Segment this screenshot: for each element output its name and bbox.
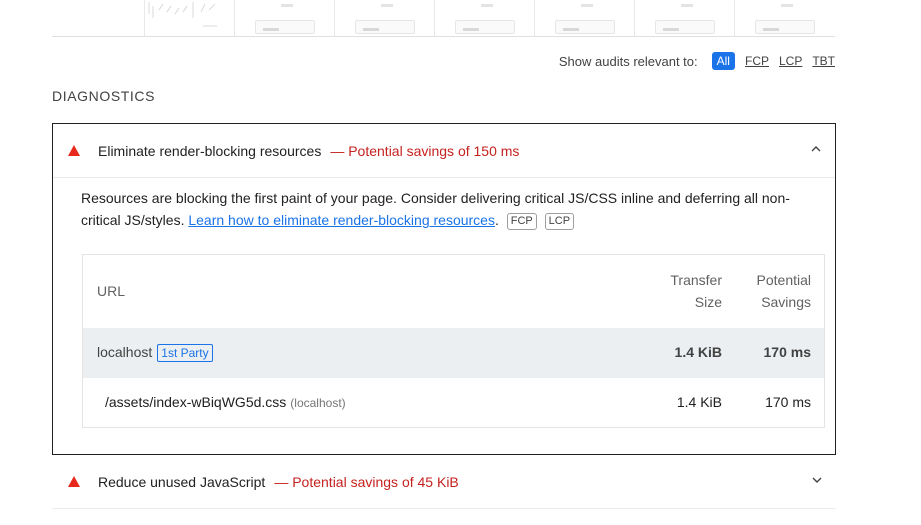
filmstrip-frame-text [563, 28, 579, 31]
tag-lcp: LCP [544, 213, 575, 230]
audit-description: Resources are blocking the first paint o… [81, 187, 821, 231]
filter-chip-tbt[interactable]: TBT [812, 54, 835, 68]
filmstrip-frame [334, 0, 434, 36]
filmstrip-frame-label [681, 4, 693, 7]
audit-header[interactable]: Eliminate render-blocking resources — Po… [53, 124, 835, 178]
filmstrip-frame-content [455, 20, 515, 34]
filmstrip-frame-text [663, 28, 679, 31]
filmstrip-frame-label [781, 4, 793, 7]
group-transfer-size: 1.4 KiB [674, 344, 722, 360]
section-title: DIAGNOSTICS [52, 88, 156, 104]
filmstrip-frame-text [463, 28, 479, 31]
column-header-save-line2: Savings [761, 294, 811, 310]
filmstrip-frame-content [355, 20, 415, 34]
resource-url: /assets/index-wBiqWG5d.css (localhost) [105, 394, 346, 410]
audit-savings: — Potential savings of 150 ms [330, 142, 520, 159]
resource-host: (localhost) [290, 396, 346, 410]
filter-chip-lcp[interactable]: LCP [779, 54, 802, 68]
audit-render-blocking: Eliminate render-blocking resources — Po… [52, 123, 836, 455]
filmstrip-frame [534, 0, 634, 36]
entity-name: localhost [97, 344, 153, 360]
table-header: URL Transfer Size Potential Savings [83, 255, 824, 328]
filmstrip-frame [234, 0, 334, 36]
resources-table: URL Transfer Size Potential Savings loca… [82, 254, 825, 428]
filmstrip-frame [434, 0, 534, 36]
filmstrip-frame-label [381, 4, 393, 7]
filmstrip-frame-text [363, 28, 379, 31]
column-header-size-line2: Size [694, 294, 722, 310]
filmstrip-frame-content [255, 20, 315, 34]
chevron-up-icon[interactable] [811, 144, 821, 154]
resource-savings: 170 ms [765, 394, 811, 410]
audit-title: Reduce unused JavaScript [98, 473, 266, 490]
group-entity: localhost 1st Party [97, 344, 213, 362]
filmstrip-frame-text [263, 28, 279, 31]
column-header-size-line1: Transfer [670, 272, 722, 288]
first-party-badge: 1st Party [157, 344, 213, 362]
description-period: . [494, 212, 499, 228]
resource-transfer-size: 1.4 KiB [676, 394, 722, 410]
audit-title: Eliminate render-blocking resources [98, 142, 322, 159]
column-header-url: URL [97, 283, 126, 299]
filmstrip-frame-label [581, 4, 593, 7]
audit-savings: — Potential savings of 45 KiB [274, 473, 459, 490]
audit-filter: Show audits relevant to: All FCP LCP TBT [559, 52, 835, 70]
warning-triangle-icon [68, 145, 80, 156]
filmstrip-frame-content [555, 20, 615, 34]
filmstrip-frame-label [481, 4, 493, 7]
warning-triangle-icon [68, 476, 80, 487]
filmstrip-thumbnail [148, 2, 217, 27]
filmstrip-frame [734, 0, 834, 36]
filmstrip-frame-content [655, 20, 715, 34]
tag-fcp: FCP [506, 213, 537, 230]
table-row: /assets/index-wBiqWG5d.css (localhost) 1.… [83, 378, 824, 426]
filter-label: Show audits relevant to: [558, 53, 698, 69]
resource-path[interactable]: /assets/index-wBiqWG5d.css [105, 394, 286, 410]
learn-more-link[interactable]: Learn how to eliminate render-blocking r… [188, 212, 495, 228]
filmstrip [52, 0, 835, 37]
group-savings: 170 ms [763, 344, 811, 360]
filter-chip-fcp[interactable]: FCP [745, 54, 769, 68]
filmstrip-frame-content [755, 20, 815, 34]
column-header-potential-savings: Potential Savings [731, 269, 811, 313]
column-header-save-line1: Potential [756, 272, 811, 288]
column-header-transfer-size: Transfer Size [652, 269, 722, 313]
chevron-down-icon[interactable] [812, 475, 822, 485]
audit-unused-javascript[interactable]: Reduce unused JavaScript — Potential sav… [52, 455, 836, 509]
filmstrip-frame [144, 0, 234, 36]
table-row-group: localhost 1st Party 1.4 KiB 170 ms [83, 328, 824, 378]
filmstrip-frame-text [763, 28, 779, 31]
filter-chip-all[interactable]: All [711, 52, 735, 70]
filmstrip-frame [634, 0, 734, 36]
filmstrip-frame-label [281, 4, 293, 7]
